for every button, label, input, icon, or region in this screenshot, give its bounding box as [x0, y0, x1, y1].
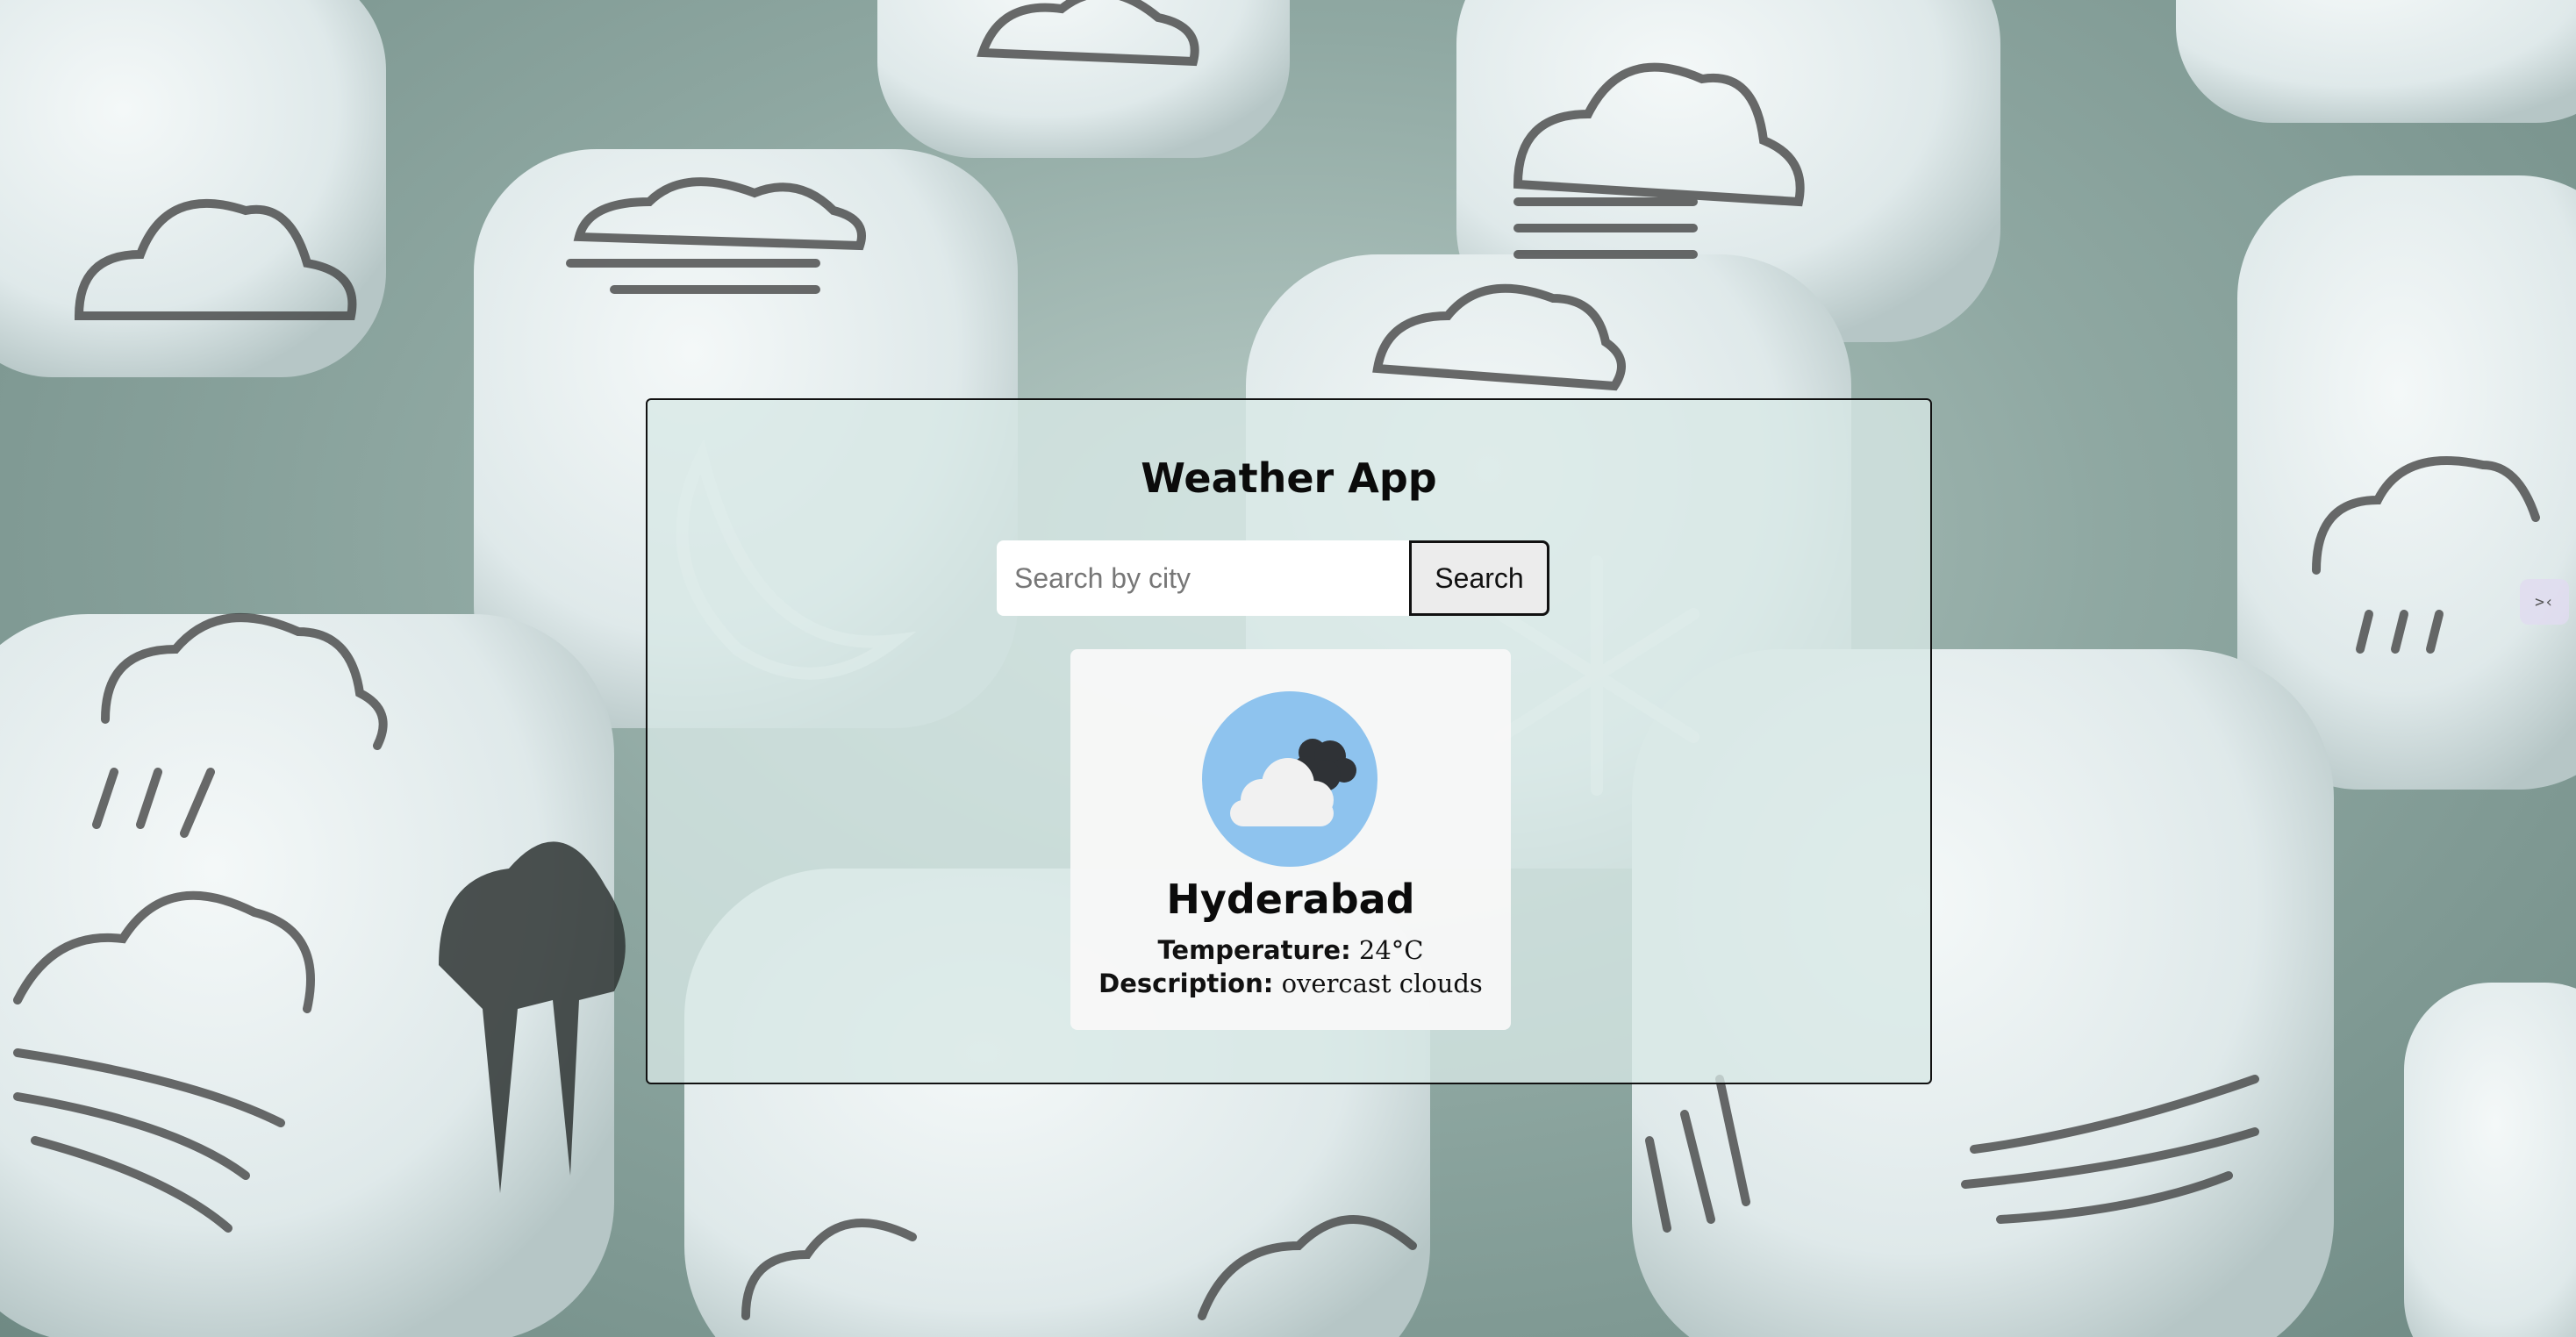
- side-handle-glyph: >‹: [2535, 592, 2554, 611]
- description-value: overcast clouds: [1281, 969, 1483, 998]
- search-bar: Search: [997, 540, 1549, 616]
- temperature-value: 24°C: [1358, 935, 1424, 965]
- description-line: Description: overcast clouds: [1070, 969, 1511, 998]
- search-button[interactable]: Search: [1409, 540, 1549, 616]
- city-search-input[interactable]: [997, 540, 1409, 616]
- temperature-label: Temperature:: [1157, 935, 1351, 965]
- weather-result-card: Hyderabad Temperature: 24°C Description:…: [1070, 649, 1511, 1030]
- collapse-arrows-icon[interactable]: >‹: [2520, 579, 2569, 625]
- city-name: Hyderabad: [1166, 876, 1415, 923]
- weather-app-panel: Weather App Search by city Search Hydera…: [646, 398, 1932, 1084]
- overcast-clouds-icon: [1202, 691, 1377, 867]
- temperature-line: Temperature: 24°C: [1070, 935, 1511, 965]
- description-label: Description:: [1098, 969, 1274, 998]
- app-title: Weather App: [1141, 454, 1437, 502]
